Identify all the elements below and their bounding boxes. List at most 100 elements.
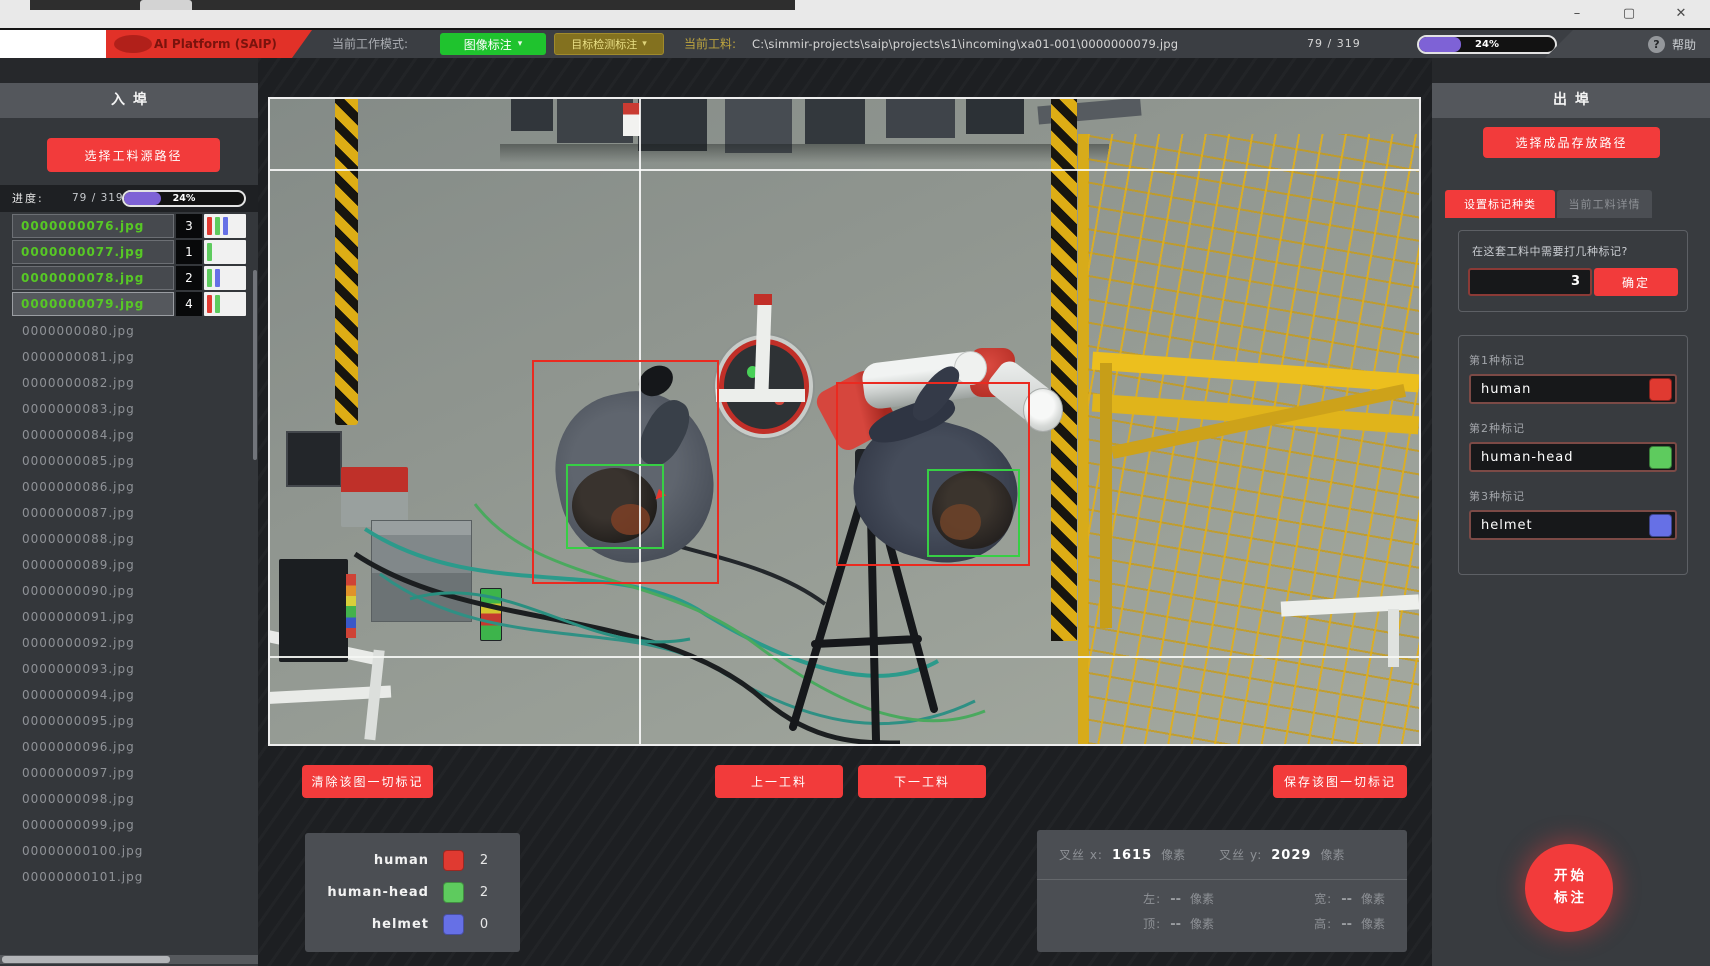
legend-label: human [321, 853, 443, 868]
file-item[interactable]: 0000000085.jpg [0, 448, 258, 474]
file-item-annotated[interactable]: 0000000077.jpg1 [12, 240, 246, 264]
box-left-readout: 左: -- 像素 [1083, 890, 1214, 907]
next-file-button[interactable]: 下一工料 [858, 765, 986, 798]
legend-row: human-head2 [321, 882, 504, 903]
annotation-count-badge: 4 [176, 292, 202, 316]
label-color-swatch[interactable] [1649, 446, 1672, 469]
annotation-count-badge: 3 [176, 214, 202, 238]
label-count-input[interactable]: 3 [1468, 268, 1592, 296]
file-item[interactable]: 0000000097.jpg [0, 760, 258, 786]
label-name-input[interactable]: helmet [1469, 510, 1677, 540]
bounding-box-human-head[interactable] [566, 464, 663, 549]
mode-dropdown-image-annotation[interactable]: 图像标注 ▾ [440, 33, 546, 55]
input-panel-title: 入埠 [0, 83, 258, 118]
file-item[interactable]: 00000000100.jpg [0, 838, 258, 864]
mode-dropdown-detection-annotation[interactable]: 目标检测标注 ▾ [554, 33, 664, 55]
annotation-canvas[interactable] [268, 97, 1421, 746]
bounding-box-human-head[interactable] [927, 469, 1019, 557]
confirm-button[interactable]: 确定 [1594, 268, 1678, 296]
current-file-label: 当前工料: [684, 30, 736, 58]
box-width-readout: 宽: -- 像素 [1254, 890, 1385, 907]
file-item[interactable]: 0000000081.jpg [0, 344, 258, 370]
window-minimize-button[interactable]: – [1566, 0, 1588, 28]
color-bar [207, 269, 212, 287]
color-bar [207, 217, 212, 235]
select-output-path-button[interactable]: 选择成品存放路径 [1483, 127, 1660, 158]
box-height-value: -- [1341, 917, 1352, 932]
box-height-label: 高: [1314, 915, 1332, 932]
file-item[interactable]: 0000000098.jpg [0, 786, 258, 812]
file-name: 0000000078.jpg [12, 266, 174, 290]
file-item[interactable]: 0000000093.jpg [0, 656, 258, 682]
save-annotations-button[interactable]: 保存该图一切标记 [1273, 765, 1407, 798]
output-panel: 出埠 选择成品存放路径 设置标记种类 当前工料详情 在这套工料中需要打几种标记?… [1432, 58, 1710, 966]
box-width-value: -- [1341, 892, 1352, 907]
input-panel-spacer [0, 58, 258, 83]
file-item[interactable]: 0000000080.jpg [0, 318, 258, 344]
pixel-unit: 像素 [1161, 846, 1185, 863]
file-item-annotated[interactable]: 0000000079.jpg4 [12, 292, 246, 316]
legend-row: helmet0 [321, 914, 504, 935]
window-restore-button[interactable]: ▢ [1618, 0, 1640, 28]
output-panel-spacer [1432, 58, 1710, 83]
file-list-scrollbar-thumb[interactable] [253, 270, 257, 460]
pixel-unit: 像素 [1361, 915, 1385, 932]
file-item[interactable]: 0000000091.jpg [0, 604, 258, 630]
titlebar-tab-strip [30, 0, 795, 10]
titlebar: – ▢ ✕ [0, 0, 1710, 28]
label-count-row: 3 确定 [1459, 268, 1687, 296]
help-button[interactable]: ? 帮助 [1648, 30, 1696, 58]
file-item[interactable]: 0000000082.jpg [0, 370, 258, 396]
file-item[interactable]: 0000000083.jpg [0, 396, 258, 422]
file-item[interactable]: 0000000089.jpg [0, 552, 258, 578]
coordinates-panel: 叉丝 x: 1615 像素 叉丝 y: 2029 像素 左: -- 像素 [1037, 830, 1407, 952]
window-close-button[interactable]: ✕ [1670, 0, 1692, 28]
start-annotation-button[interactable]: 开始 标注 [1525, 844, 1613, 932]
label-section-title: 第1种标记 [1469, 352, 1687, 368]
tab-current-file-details[interactable]: 当前工料详情 [1557, 190, 1652, 218]
chevron-down-icon: ▾ [518, 39, 523, 49]
file-item[interactable]: 0000000086.jpg [0, 474, 258, 500]
workspace: 清除该图一切标记 上一工料 下一工料 保存该图一切标记 human2human-… [258, 58, 1432, 966]
file-item-annotated[interactable]: 0000000078.jpg2 [12, 266, 246, 290]
select-source-path-button[interactable]: 选择工料源路径 [47, 138, 220, 172]
file-item[interactable]: 0000000087.jpg [0, 500, 258, 526]
file-item[interactable]: 0000000090.jpg [0, 578, 258, 604]
annotation-color-swatch [204, 266, 246, 290]
label-color-swatch[interactable] [1649, 378, 1672, 401]
crosshair-x-label: 叉丝 x: [1059, 846, 1103, 863]
header-progress-bar: 24% [1417, 35, 1557, 54]
pixel-unit: 像素 [1320, 846, 1344, 863]
file-item[interactable]: 0000000092.jpg [0, 630, 258, 656]
legend-color-swatch [443, 914, 464, 935]
file-item[interactable]: 0000000084.jpg [0, 422, 258, 448]
label-name-input[interactable]: human [1469, 374, 1677, 404]
file-item[interactable]: 0000000095.jpg [0, 708, 258, 734]
progress-count: 79 / 319 [72, 185, 124, 212]
input-panel-title-text: 入埠 [111, 92, 155, 108]
file-item-annotated[interactable]: 0000000076.jpg3 [12, 214, 246, 238]
clear-annotations-button[interactable]: 清除该图一切标记 [302, 765, 433, 798]
file-item[interactable]: 0000000094.jpg [0, 682, 258, 708]
legend-color-swatch [443, 882, 464, 903]
legend-count: 2 [464, 885, 504, 900]
file-item[interactable]: 00000000101.jpg [0, 864, 258, 890]
pixel-unit: 像素 [1190, 915, 1214, 932]
titlebar-tab [140, 0, 192, 10]
file-item[interactable]: 0000000099.jpg [0, 812, 258, 838]
label-color-swatch[interactable] [1649, 514, 1672, 537]
crosshair-y-label: 叉丝 y: [1219, 846, 1262, 863]
legend-count: 2 [464, 853, 504, 868]
label-name-input[interactable]: human-head [1469, 442, 1677, 472]
file-item[interactable]: 0000000088.jpg [0, 526, 258, 552]
annotation-color-swatch [204, 292, 246, 316]
chevron-down-icon: ▾ [642, 39, 647, 49]
file-item[interactable]: 0000000096.jpg [0, 734, 258, 760]
box-readout: 左: -- 像素 宽: -- 像素 顶: -- 像素 [1037, 880, 1407, 932]
box-left-label: 左: [1143, 890, 1161, 907]
hscroll-thumb[interactable] [2, 956, 170, 963]
box-left-value: -- [1170, 892, 1181, 907]
previous-file-button[interactable]: 上一工料 [715, 765, 843, 798]
tab-set-label-types[interactable]: 设置标记种类 [1445, 190, 1555, 218]
window-controls: – ▢ ✕ [1566, 0, 1692, 28]
